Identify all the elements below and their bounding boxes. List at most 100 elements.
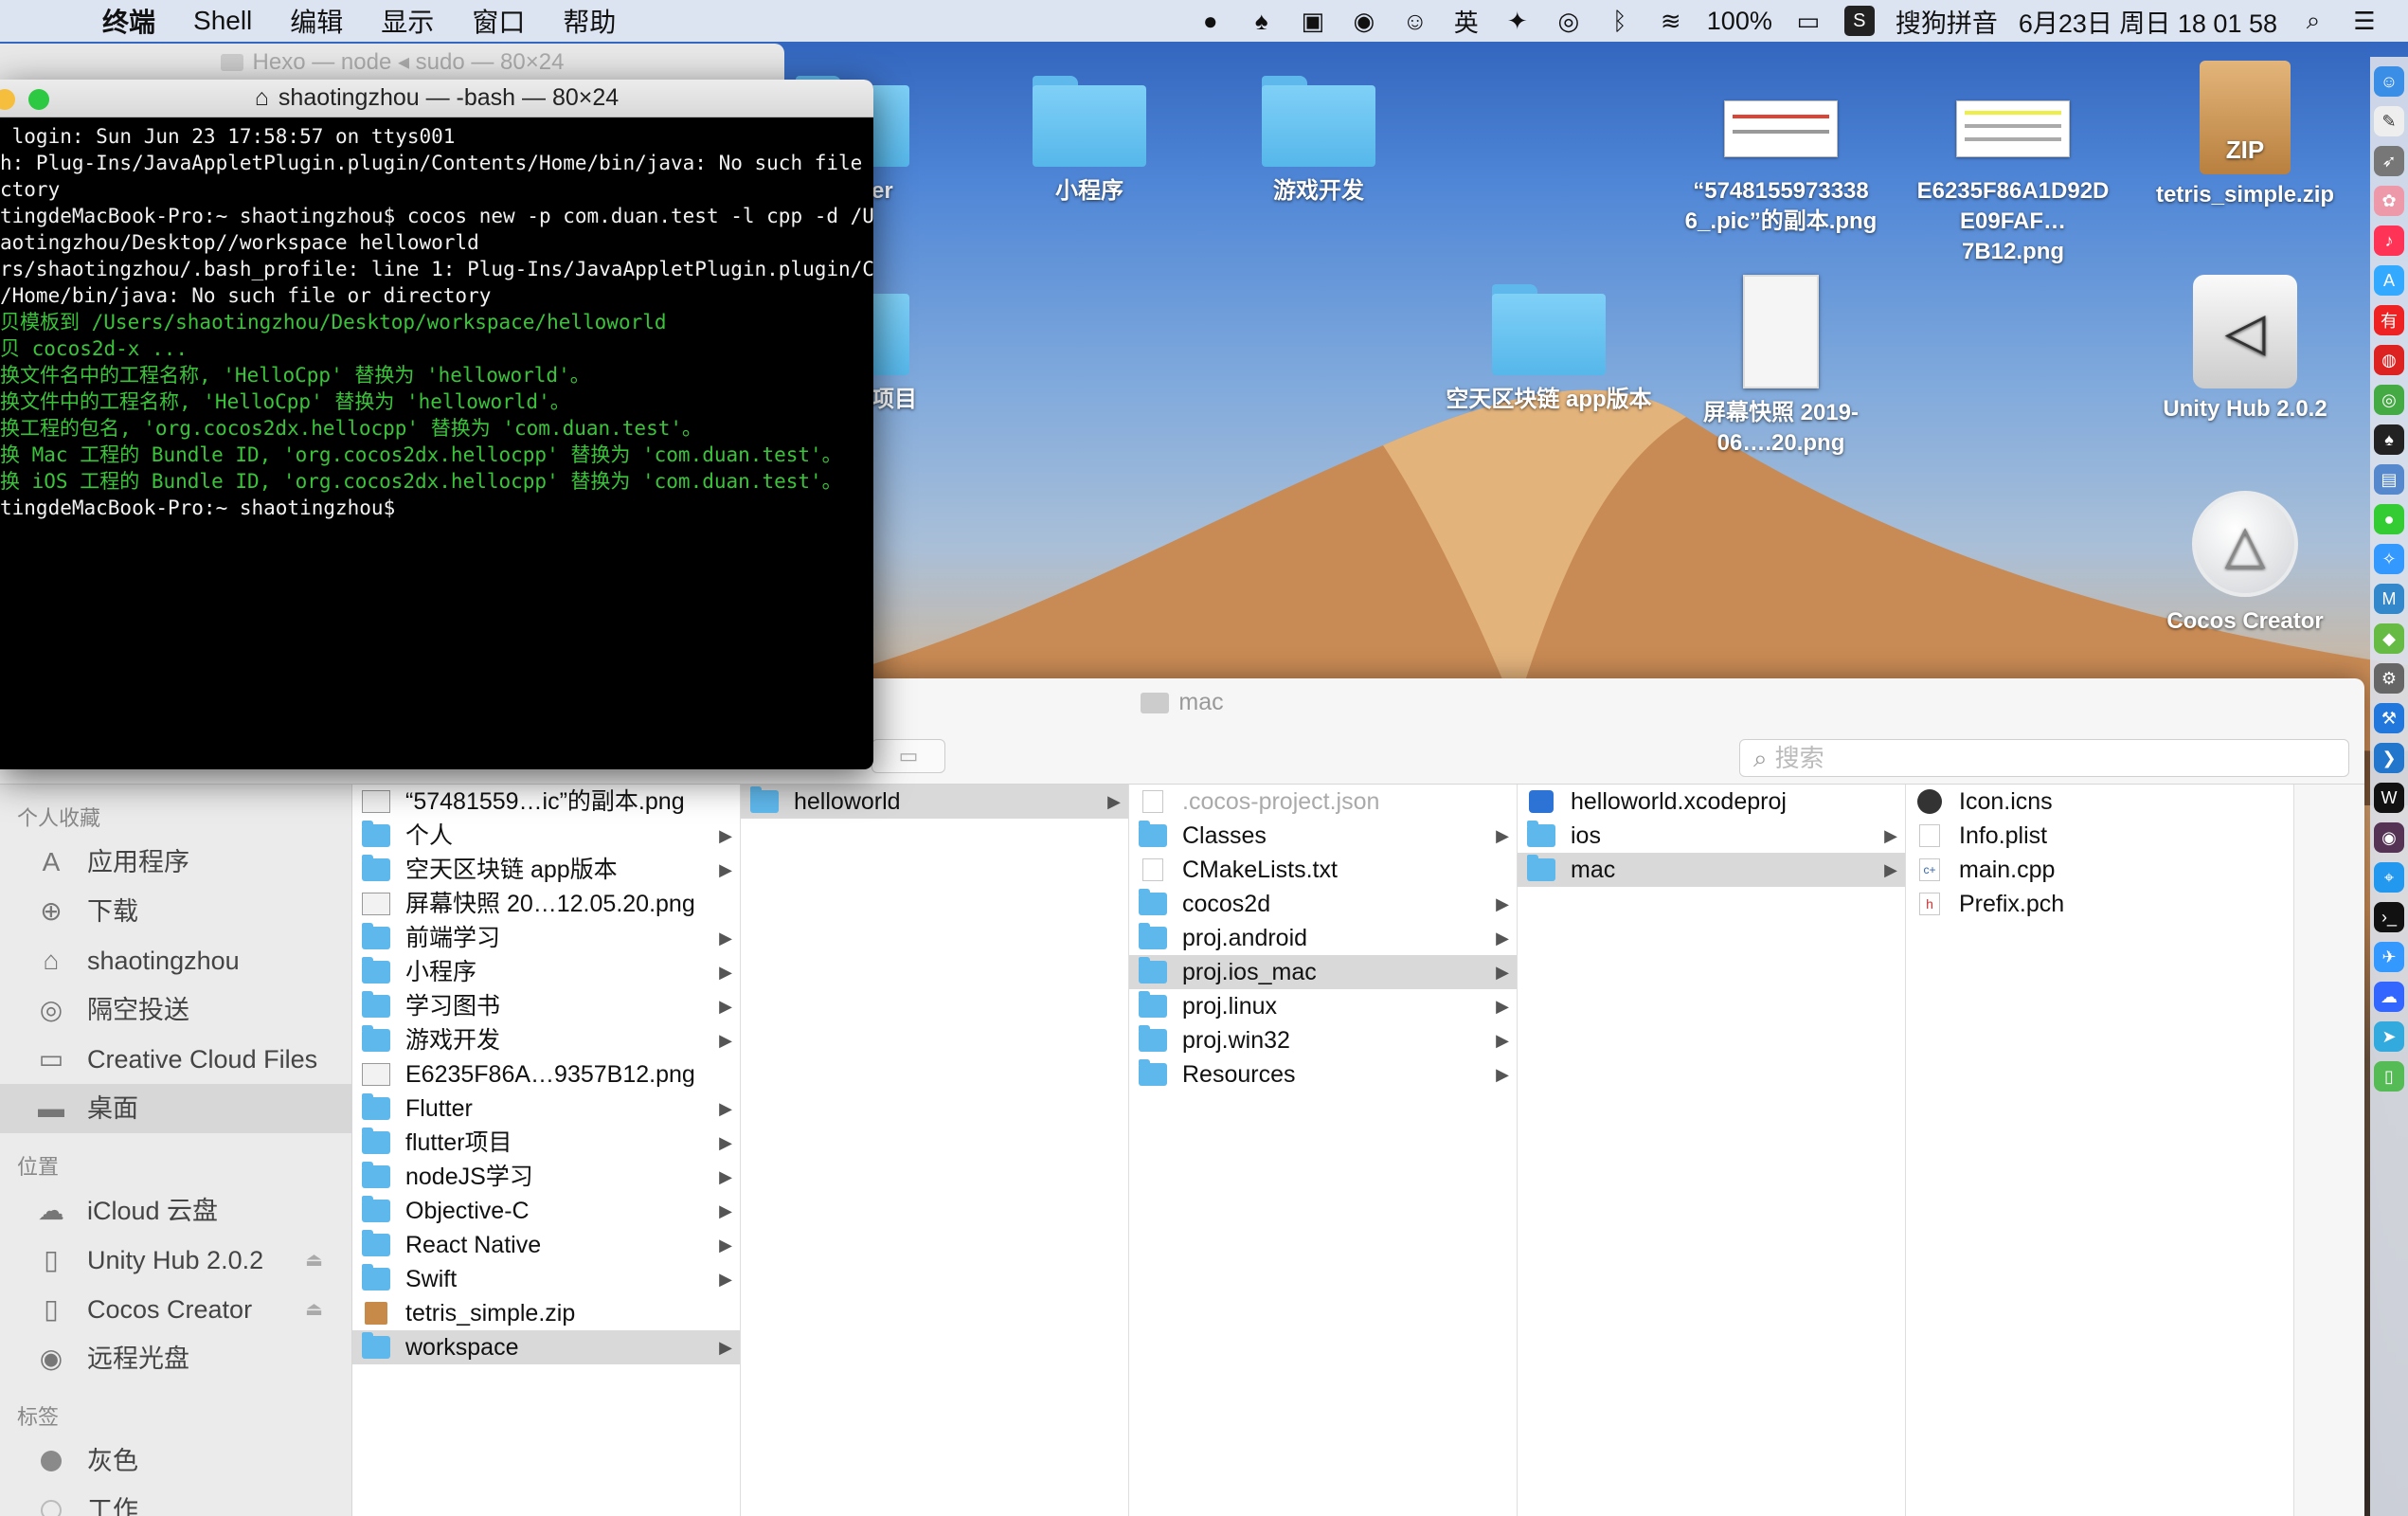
file-row[interactable]: Objective-C ▶: [352, 1194, 740, 1228]
mc-icon[interactable]: ◉: [1349, 6, 1379, 36]
feishu-dock-icon[interactable]: ➤: [2374, 1021, 2404, 1052]
menu-help[interactable]: 帮助: [563, 2, 616, 40]
file-row[interactable]: 前端学习 ▶: [352, 921, 740, 955]
youdao-dock-icon[interactable]: 有: [2374, 305, 2404, 335]
file-row[interactable]: tetris_simple.zip: [352, 1296, 740, 1330]
sidebar-item[interactable]: ◉ 远程光盘: [0, 1334, 351, 1383]
xcode-dock-icon[interactable]: ⚒: [2374, 703, 2404, 733]
file-row[interactable]: cocos2d ▶: [1129, 887, 1517, 921]
desktop-icon-gamedev[interactable]: 游戏开发: [1214, 76, 1423, 207]
zoom-button[interactable]: [28, 89, 49, 110]
bluetooth-icon[interactable]: ᛒ: [1605, 6, 1635, 36]
terminal-output[interactable]: login: Sun Jun 23 17:58:57 on ttys001 h: …: [0, 117, 873, 521]
file-row[interactable]: proj.ios_mac ▶: [1129, 955, 1517, 989]
ying-icon[interactable]: 英: [1451, 6, 1482, 37]
file-row[interactable]: ios ▶: [1518, 819, 1905, 853]
search-field[interactable]: ⌕ 搜索: [1739, 739, 2349, 777]
vscode-dock-icon[interactable]: ❯: [2374, 743, 2404, 773]
terminal-window-hexo[interactable]: Hexo — node ◂ sudo — 80×24: [0, 44, 784, 81]
qq-dock-icon[interactable]: ♠: [2374, 424, 2404, 455]
file-row[interactable]: helloworld.xcodeproj: [1518, 785, 1905, 819]
sidebar-tag[interactable]: 工作: [0, 1486, 351, 1516]
netease-dock-icon[interactable]: ◍: [2374, 345, 2404, 375]
desktop-icon-miniprogram[interactable]: 小程序: [985, 76, 1194, 207]
file-row[interactable]: 个人 ▶: [352, 819, 740, 853]
sidebar-item[interactable]: ◎ 隔空投送: [0, 985, 351, 1035]
file-row[interactable]: Info.plist: [1906, 819, 2293, 853]
android-dock-icon[interactable]: ◆: [2374, 623, 2404, 654]
file-row[interactable]: Classes ▶: [1129, 819, 1517, 853]
sogou-icon[interactable]: S: [1843, 6, 1875, 36]
feather-icon[interactable]: ✦: [1502, 6, 1533, 36]
finder-dock-icon[interactable]: ☺: [2374, 66, 2404, 97]
face-icon[interactable]: ☺: [1400, 6, 1430, 36]
wechat-icon[interactable]: ●: [1195, 6, 1226, 36]
file-row[interactable]: 小程序 ▶: [352, 955, 740, 989]
wechat-dock-icon[interactable]: ●: [2374, 504, 2404, 534]
sidebar-item[interactable]: ☁ iCloud 云盘: [0, 1186, 351, 1236]
sidebar-item[interactable]: ⊕ 下载: [0, 887, 351, 936]
photos-dock-icon[interactable]: ✿: [2374, 186, 2404, 216]
file-row[interactable]: proj.win32 ▶: [1129, 1023, 1517, 1057]
desktop-icon-e6235-png[interactable]: E6235F86A1D92D E09FAF…7B12.png: [1909, 76, 2117, 267]
eject-icon[interactable]: ⏏: [305, 1236, 323, 1285]
menu-view[interactable]: 显示: [381, 2, 434, 40]
file-row[interactable]: helloworld ▶: [741, 785, 1128, 819]
menu-window[interactable]: 窗口: [472, 2, 525, 40]
mail-dock-icon[interactable]: ✈: [2374, 942, 2404, 972]
menu-shell[interactable]: Shell: [193, 6, 252, 36]
file-row[interactable]: nodeJS学习 ▶: [352, 1160, 740, 1194]
minimize-button[interactable]: [0, 89, 15, 110]
notes-dock-icon[interactable]: ✎: [2374, 106, 2404, 136]
baidu-dock-icon[interactable]: ☁: [2374, 982, 2404, 1012]
launchpad-dock-icon[interactable]: ➶: [2374, 146, 2404, 176]
file-row[interactable]: Flutter ▶: [352, 1092, 740, 1126]
file-row[interactable]: E6235F86A…9357B12.png: [352, 1057, 740, 1092]
battery-percent[interactable]: 100%: [1707, 7, 1772, 36]
file-row[interactable]: CMakeLists.txt: [1129, 853, 1517, 887]
desktop-icon-cocos-creator[interactable]: △ Cocos Creator: [2141, 491, 2349, 637]
safari-dock-icon[interactable]: ✧: [2374, 544, 2404, 574]
file-row[interactable]: proj.linux ▶: [1129, 989, 1517, 1023]
sidebar-item[interactable]: ▯ Unity Hub 2.0.2 ⏏: [0, 1236, 351, 1285]
sidebar-tag[interactable]: 灰色: [0, 1436, 351, 1486]
desktop-icon-pic-copy[interactable]: “5748155973338 6_.pic”的副本.png: [1677, 76, 1885, 237]
desktop-icon-screenshot[interactable]: 屏幕快照 2019-06….20.png: [1677, 275, 1885, 459]
file-row[interactable]: 游戏开发 ▶: [352, 1023, 740, 1057]
markdown-dock-icon[interactable]: M: [2374, 584, 2404, 614]
music-dock-icon[interactable]: ♪: [2374, 226, 2404, 256]
file-row[interactable]: 屏幕快照 20…12.05.20.png: [352, 887, 740, 921]
clock[interactable]: 6月23日 周日 18 01 58: [2019, 3, 2277, 40]
menu-edit[interactable]: 编辑: [290, 2, 343, 40]
search-icon[interactable]: ⌕: [2298, 6, 2328, 36]
file-row[interactable]: flutter项目 ▶: [352, 1126, 740, 1160]
sidebar-item[interactable]: ⌂ shaotingzhou: [0, 936, 351, 985]
input-method-label[interactable]: 搜狗拼音: [1896, 3, 1998, 40]
phone-dock-icon[interactable]: ▯: [2374, 1061, 2404, 1092]
file-row[interactable]: mac ▶: [1518, 853, 1905, 887]
wifi-icon[interactable]: ≋: [1656, 6, 1686, 36]
github-dock-icon[interactable]: ◉: [2374, 822, 2404, 853]
maps-dock-icon[interactable]: ⌖: [2374, 862, 2404, 893]
view-toggle-button[interactable]: ▭: [872, 739, 945, 773]
sidebar-item[interactable]: ▯ Cocos Creator ⏏: [0, 1285, 351, 1334]
desktop-icon-tetris-zip[interactable]: ZIP tetris_simple.zip: [2141, 61, 2349, 210]
screen-icon[interactable]: ▣: [1298, 6, 1328, 36]
menu-app-name[interactable]: 终端: [102, 2, 155, 40]
desktop-icon-blockchain-app[interactable]: 空天区块链 app版本: [1445, 284, 1653, 415]
file-row[interactable]: c+ main.cpp: [1906, 853, 2293, 887]
file-row[interactable]: 空天区块链 app版本 ▶: [352, 853, 740, 887]
terminal-dock-icon[interactable]: ›_: [2374, 902, 2404, 932]
preview-dock-icon[interactable]: ▤: [2374, 464, 2404, 495]
battery-icon[interactable]: ▭: [1793, 6, 1824, 36]
webstorm-dock-icon[interactable]: W: [2374, 783, 2404, 813]
file-row[interactable]: proj.android ▶: [1129, 921, 1517, 955]
eject-icon[interactable]: ⏏: [305, 1285, 323, 1334]
file-row[interactable]: “57481559…ic”的副本.png: [352, 785, 740, 819]
qq-icon[interactable]: ♠: [1247, 6, 1277, 36]
file-row[interactable]: React Native ▶: [352, 1228, 740, 1262]
desktop-icon-unity-hub[interactable]: ◁ Unity Hub 2.0.2: [2141, 275, 2349, 424]
chrome-dock-icon[interactable]: ◎: [2374, 385, 2404, 415]
appstore-dock-icon[interactable]: A: [2374, 265, 2404, 296]
chat-icon[interactable]: ◎: [1554, 6, 1584, 36]
